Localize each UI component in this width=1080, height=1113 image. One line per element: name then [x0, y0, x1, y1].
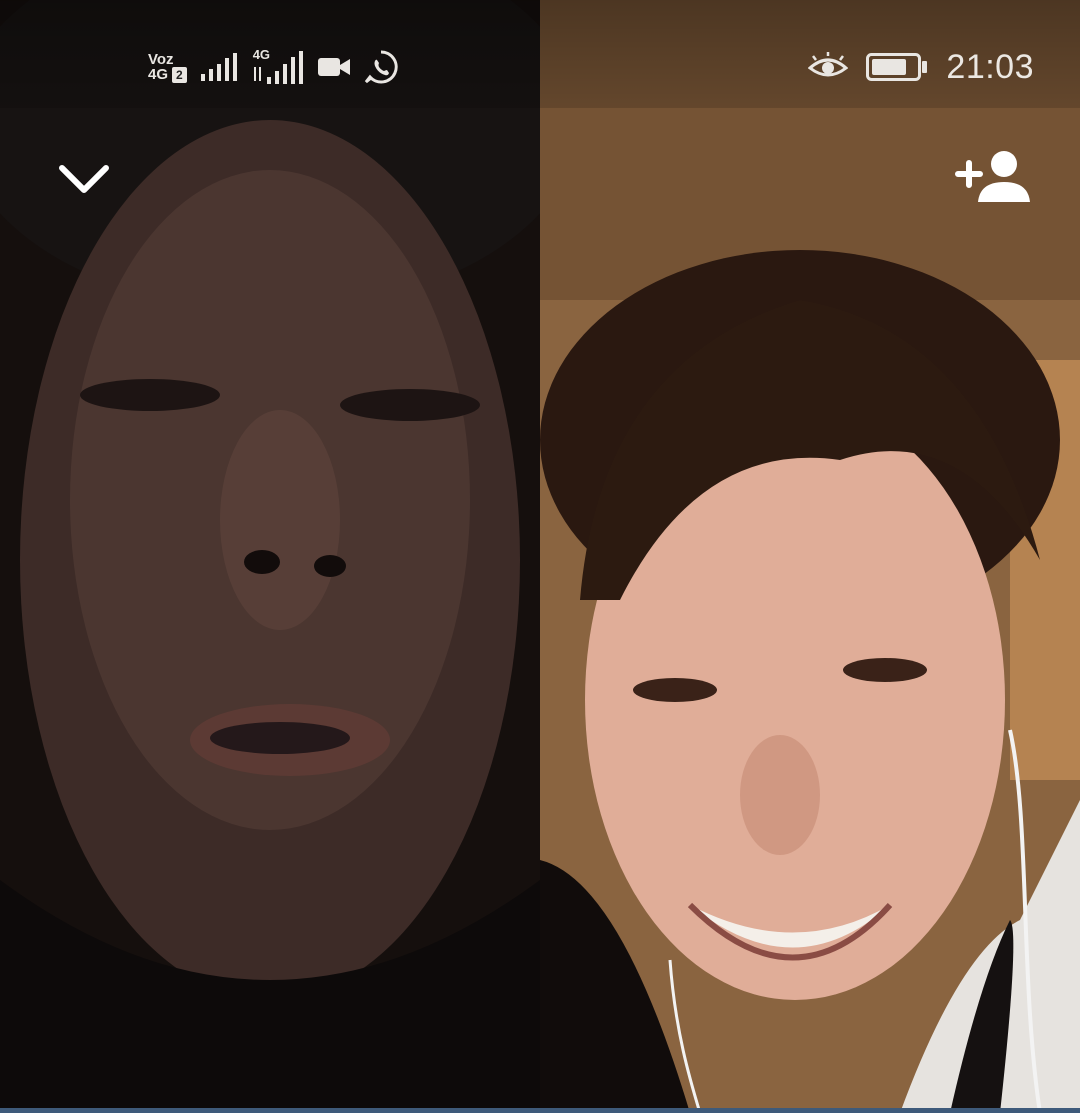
sim-badge: 2 — [172, 66, 187, 83]
signal-bars-icon — [200, 53, 237, 81]
minimize-call-button[interactable] — [48, 150, 120, 206]
video-camera-icon — [317, 58, 350, 76]
status-bar-right: 21:03 — [808, 44, 1034, 90]
carrier-line2: 4G 2 — [148, 66, 187, 83]
status-time: 21:03 — [946, 47, 1034, 86]
navigation-bar-edge — [0, 1108, 1080, 1113]
signal-4g-bars — [253, 51, 303, 84]
signal-4g-icon: 4G — [251, 47, 305, 87]
battery-icon — [866, 53, 928, 81]
status-bar-left: Voz 4G 2 4G — [148, 44, 399, 90]
add-participant-button[interactable] — [952, 144, 1036, 208]
carrier-line1: Voz — [148, 50, 174, 68]
whatsapp-icon — [364, 50, 398, 84]
add-person-icon — [955, 151, 1030, 202]
chevron-down-icon — [59, 165, 109, 193]
carrier-label: Voz 4G 2 — [148, 52, 187, 83]
eye-comfort-icon — [808, 52, 849, 77]
status-bar: Voz 4G 2 4G 21:03 — [0, 0, 1080, 108]
